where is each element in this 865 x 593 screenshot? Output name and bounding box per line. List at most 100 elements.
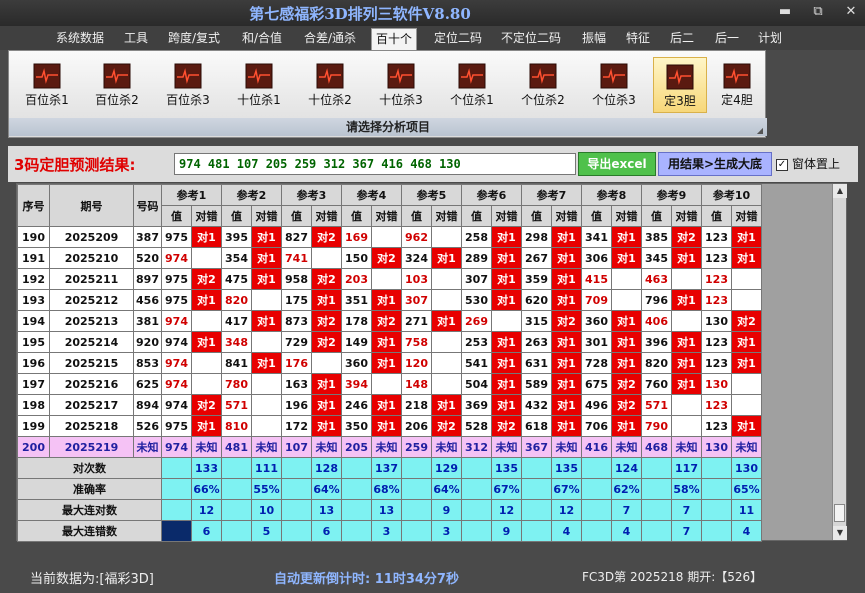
- table-row[interactable]: 190 2025209 387 975 对1 395 对1 827 对2 169 962 258 对1 2…: [17, 226, 762, 248]
- row-value: 259: [401, 436, 432, 458]
- row-correct: 对1: [431, 394, 462, 416]
- minimize-button[interactable]: ▬: [770, 2, 800, 22]
- header-value: 值: [341, 205, 372, 227]
- ribbon-button-5[interactable]: 十位杀3: [371, 57, 431, 113]
- table-row[interactable]: 192 2025211 897 975 对2 475 对1 958 对2 203 103 307 对1 3…: [17, 268, 762, 290]
- menu-item-8[interactable]: 振幅: [578, 28, 610, 50]
- row-correct: [671, 268, 702, 290]
- row-seq: 192: [17, 268, 50, 290]
- row-value: 820: [221, 289, 252, 311]
- export-excel-button[interactable]: 导出excel: [578, 152, 656, 176]
- stats-value: 129: [431, 457, 462, 479]
- row-value: 394: [341, 373, 372, 395]
- header-correct: 对错: [731, 205, 762, 227]
- row-value: 367: [521, 436, 552, 458]
- ribbon-button-2[interactable]: 百位杀3: [158, 57, 218, 113]
- row-period: 2025212: [49, 289, 134, 311]
- ribbon-expand-icon[interactable]: ◢: [757, 126, 763, 135]
- table-row[interactable]: 198 2025217 894 974 对2 571 196 对1 246 对1 218 对1 369 对…: [17, 394, 762, 416]
- ribbon-button-6[interactable]: 个位杀1: [442, 57, 502, 113]
- row-value: 172: [281, 415, 312, 437]
- row-value: 301: [581, 331, 612, 353]
- row-value: 416: [581, 436, 612, 458]
- table-row[interactable]: 197 2025216 625 974 780 163 对1 394 148 504 对1 589 对1…: [17, 373, 762, 395]
- row-value: 589: [521, 373, 552, 395]
- row-correct: 对1: [551, 352, 582, 374]
- stats-label: 准确率: [17, 478, 162, 500]
- ribbon-button-8[interactable]: 个位杀3: [584, 57, 644, 113]
- menu-item-11[interactable]: 后一: [711, 28, 743, 50]
- topmost-checkbox[interactable]: ✓ 窗体置上: [776, 155, 840, 172]
- row-value: 267: [521, 247, 552, 269]
- ribbon-button-4[interactable]: 十位杀2: [300, 57, 360, 113]
- ribbon-button-0[interactable]: 百位杀1: [17, 57, 77, 113]
- row-seq: 198: [17, 394, 50, 416]
- stats-pad: [461, 499, 492, 521]
- table-row[interactable]: 195 2025214 920 974 对1 348 729 对2 149 对1 758 253 对1 2…: [17, 331, 762, 353]
- table-row[interactable]: 199 2025218 526 975 对1 810 172 对1 350 对1 206 对2 528 对…: [17, 415, 762, 437]
- stats-pad: [221, 478, 252, 500]
- menu-item-0[interactable]: 系统数据: [52, 28, 108, 50]
- scroll-thumb[interactable]: [834, 504, 845, 522]
- row-correct: 对1: [491, 226, 522, 248]
- table-row[interactable]: 194 2025213 381 974 417 对1 873 对2 178 对2 271 对1 269 3…: [17, 310, 762, 332]
- row-value: 541: [461, 352, 492, 374]
- header-group-10: 参考10: [701, 184, 762, 206]
- table-row[interactable]: 193 2025212 456 975 对1 820 175 对1 351 对1 307 530 对1 6…: [17, 289, 762, 311]
- stats-pad: [281, 478, 312, 500]
- stats-pad: [581, 478, 612, 500]
- row-period: 2025216: [49, 373, 134, 395]
- scroll-up-icon[interactable]: ▲: [833, 184, 847, 198]
- row-seq: 191: [17, 247, 50, 269]
- ribbon-button-3[interactable]: 十位杀1: [229, 57, 289, 113]
- menu-item-10[interactable]: 后二: [666, 28, 698, 50]
- row-correct: 未知: [491, 436, 522, 458]
- row-value: 178: [341, 310, 372, 332]
- row-correct: 未知: [431, 436, 462, 458]
- menu-item-3[interactable]: 和/合值: [238, 28, 286, 50]
- table-row[interactable]: 191 2025210 520 974 354 对1 741 150 对2 324 对1 289 对1 2…: [17, 247, 762, 269]
- ribbon-button-label: 十位杀3: [379, 93, 423, 107]
- stats-row: 最大连错数 6 5 6 3 3 9 4 4 7 4: [17, 520, 762, 542]
- ribbon-button-label: 十位杀1: [237, 93, 281, 107]
- ribbon-button-9[interactable]: 定3胆: [653, 57, 707, 113]
- ribbon-button-label: 百位杀2: [95, 93, 139, 107]
- row-value: 350: [341, 415, 372, 437]
- stats-value: 11: [731, 499, 762, 521]
- menu-item-5[interactable]: 百十个: [371, 28, 418, 50]
- row-value: 468: [641, 436, 672, 458]
- ribbon-button-1[interactable]: 百位杀2: [87, 57, 147, 113]
- table-row-pending[interactable]: 200 2025219 未知 974 未知 481 未知 107 未知 205 未知 259 未知 312…: [17, 436, 762, 458]
- row-correct: 对2: [311, 331, 342, 353]
- vertical-scrollbar[interactable]: ▲ ▼: [832, 184, 847, 540]
- menu-item-12[interactable]: 计划: [754, 28, 786, 50]
- menu-item-9[interactable]: 特征: [622, 28, 654, 50]
- row-correct: 对1: [671, 373, 702, 395]
- stats-value: 4: [731, 520, 762, 542]
- ribbon-button-7[interactable]: 个位杀2: [513, 57, 573, 113]
- menu-item-2[interactable]: 跨度/复式: [164, 28, 224, 50]
- menu-item-1[interactable]: 工具: [120, 28, 152, 50]
- restore-button[interactable]: ⧉: [803, 2, 833, 22]
- row-correct: [371, 226, 402, 248]
- row-value: 360: [581, 310, 612, 332]
- row-correct: 对1: [371, 289, 402, 311]
- ribbon-button-10[interactable]: 定4胆: [710, 57, 764, 113]
- row-correct: 对1: [551, 394, 582, 416]
- row-correct: 对2: [611, 373, 642, 395]
- data-grid[interactable]: 序号 期号 号码 参考1 参考2 参考3 参考4 参考5 参考6 参考7 参考8 参考9 参考10 值对错…: [16, 183, 847, 542]
- checkbox-check-icon[interactable]: ✓: [776, 158, 788, 171]
- scroll-down-icon[interactable]: ▼: [833, 526, 847, 540]
- menu-item-4[interactable]: 合差/通杀: [300, 28, 360, 50]
- chart-icon: [387, 63, 415, 89]
- stats-value: 12: [191, 499, 222, 521]
- generate-base-button[interactable]: 用结果>生成大底: [658, 152, 772, 176]
- menu-item-6[interactable]: 定位二码: [430, 28, 486, 50]
- stats-pad: [401, 457, 432, 479]
- table-row[interactable]: 196 2025215 853 974 841 对1 176 360 对1 120 541 对1 631…: [17, 352, 762, 374]
- row-value: 820: [641, 352, 672, 374]
- result-field[interactable]: 974 481 107 205 259 312 367 416 468 130: [174, 153, 576, 175]
- stats-pad: [701, 478, 732, 500]
- menu-item-7[interactable]: 不定位二码: [497, 28, 565, 50]
- close-button[interactable]: ✕: [836, 2, 865, 22]
